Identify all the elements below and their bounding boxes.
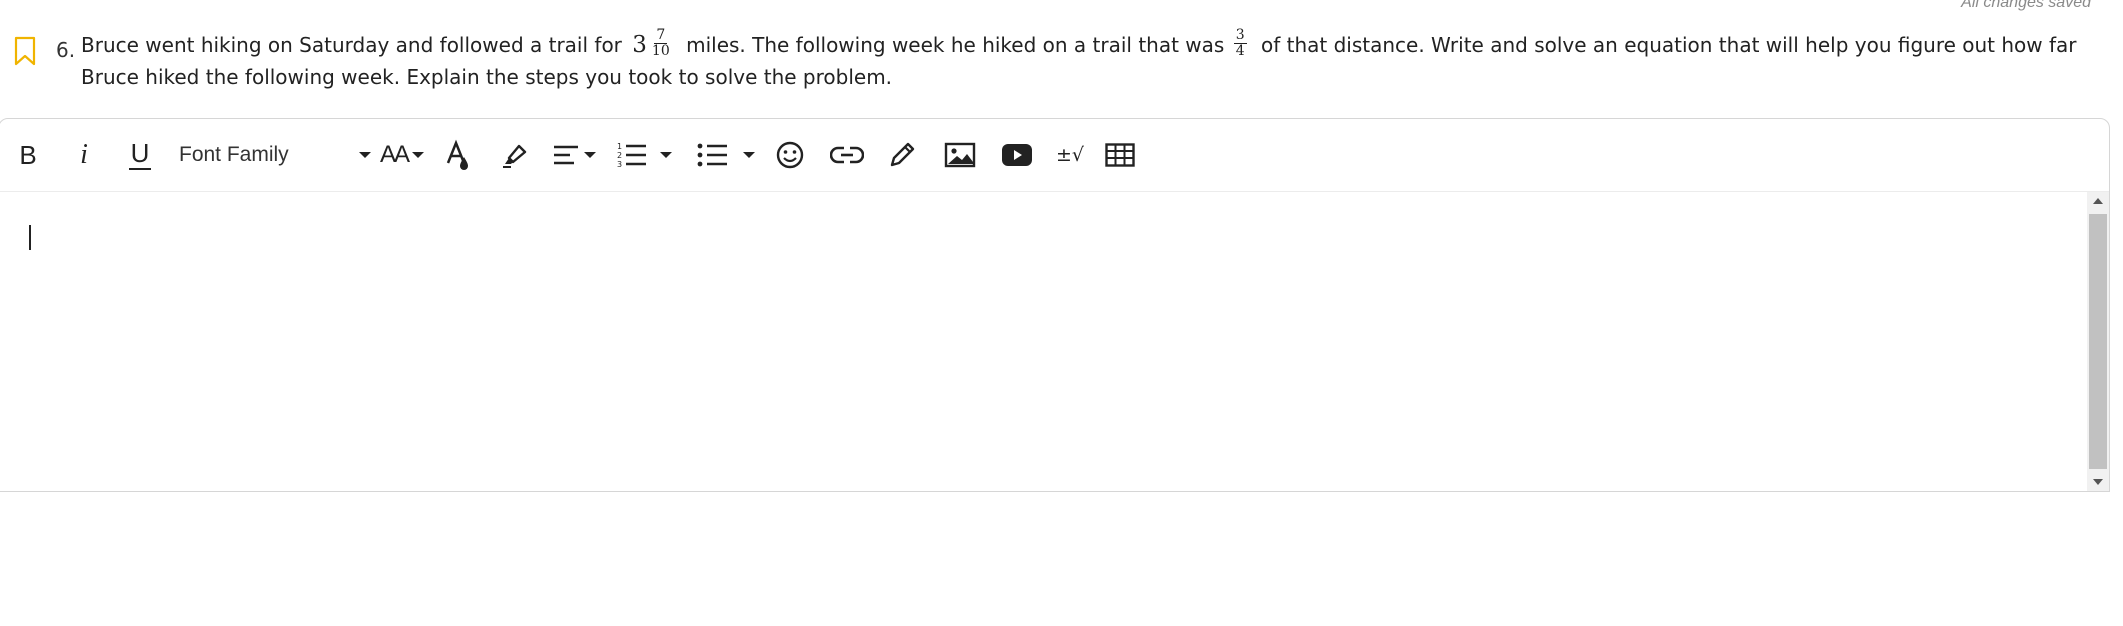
question-text-part1: Bruce went hiking on Saturday and follow… [81, 33, 622, 57]
rich-text-editor: B i U Font Family AA 1 2 3 ±√ [0, 118, 2110, 492]
scrollbar[interactable] [2087, 192, 2109, 491]
text-color-icon [446, 139, 468, 170]
link-icon [830, 146, 864, 164]
question-number: 6. [56, 38, 76, 62]
math-icon: ±√ [1055, 144, 1085, 166]
chevron-down-icon [584, 152, 596, 158]
chevron-down-icon [743, 152, 755, 158]
font-size-select[interactable]: AA [377, 135, 427, 175]
ordered-list-button[interactable]: 1 2 3 [611, 135, 677, 175]
highlight-button[interactable] [498, 135, 530, 175]
mixed-number-whole: 3 [632, 32, 647, 58]
unordered-list-button[interactable] [691, 135, 761, 175]
bold-button[interactable]: B [13, 135, 43, 175]
caret-down-icon [2093, 479, 2103, 485]
bold-icon: B [19, 139, 37, 170]
autosave-status: All changes saved [1961, 0, 2091, 11]
svg-text:2: 2 [617, 151, 622, 160]
ordered-list-icon: 1 2 3 [617, 142, 646, 169]
draw-button[interactable] [885, 135, 919, 175]
question-text-part2: miles. The following week he hiked on a … [686, 33, 1225, 57]
mixed-numerator: 7 [654, 27, 668, 44]
editor-content-area[interactable] [0, 192, 2087, 491]
italic-icon: i [80, 139, 88, 170]
image-icon [944, 142, 976, 168]
insert-image-button[interactable] [942, 135, 978, 175]
insert-table-button[interactable] [1103, 135, 1137, 175]
chevron-down-icon [412, 152, 424, 158]
emoji-button[interactable] [773, 135, 807, 175]
text-cursor [29, 225, 31, 250]
caret-up-icon [2093, 198, 2103, 204]
video-icon [1002, 144, 1032, 166]
fraction-denominator: 4 [1235, 43, 1245, 59]
highlight-icon [503, 144, 527, 168]
math-button[interactable]: ±√ [1053, 135, 1087, 175]
pencil-icon [890, 142, 915, 167]
font-size-icon: AA [379, 141, 410, 168]
text-color-button[interactable] [442, 135, 474, 175]
chevron-down-icon [359, 152, 371, 158]
bookmark-icon[interactable] [14, 36, 36, 66]
emoji-icon [776, 141, 804, 169]
scrollbar-thumb[interactable] [2089, 214, 2107, 469]
align-left-icon [554, 145, 578, 165]
insert-video-button[interactable] [999, 135, 1035, 175]
mixed-number-fraction: 7 10 [650, 28, 672, 59]
editor-toolbar: B i U Font Family AA 1 2 3 ±√ [0, 119, 2109, 192]
align-button[interactable] [549, 135, 599, 175]
svg-text:3: 3 [617, 160, 622, 169]
italic-button[interactable]: i [69, 135, 99, 175]
mixed-denominator: 10 [651, 43, 670, 59]
fraction: 34 [1233, 27, 1247, 59]
link-button[interactable] [829, 135, 865, 175]
underline-button[interactable]: U [123, 135, 157, 175]
scroll-down-arrow[interactable] [2087, 473, 2109, 491]
svg-text:1: 1 [617, 142, 622, 151]
scroll-up-arrow[interactable] [2087, 192, 2109, 210]
underline-icon: U [130, 138, 150, 168]
unordered-list-icon [697, 143, 727, 167]
table-icon [1105, 143, 1135, 167]
chevron-down-icon [660, 152, 672, 158]
fraction-numerator: 3 [1233, 27, 1247, 44]
font-family-value: Font Family [179, 143, 289, 166]
question-text: Bruce went hiking on Saturday and follow… [81, 27, 2091, 93]
font-family-select[interactable]: Font Family [179, 135, 371, 175]
